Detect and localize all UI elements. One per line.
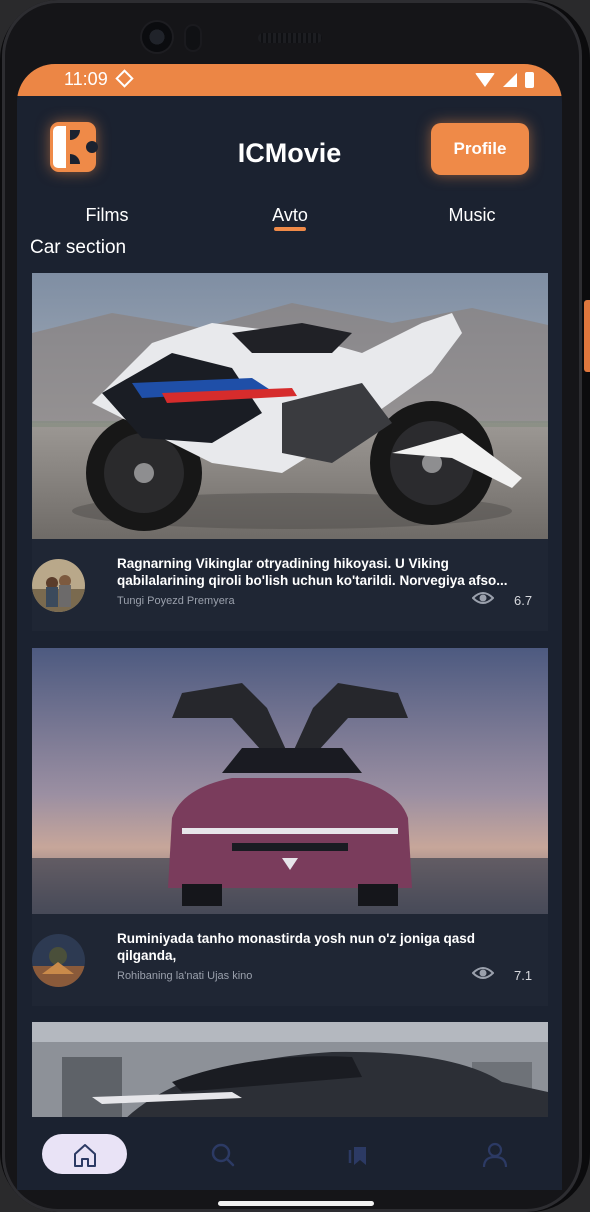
front-camera (142, 22, 172, 52)
avatar[interactable] (32, 559, 85, 612)
bottom-navigation (17, 1117, 562, 1190)
rating-value: 7.1 (514, 968, 533, 983)
home-icon[interactable] (71, 1141, 99, 1169)
wifi-icon (475, 73, 495, 87)
power-button (584, 300, 590, 372)
phone-frame: 11:09 ICMovie Profile Films Avto Music C… (0, 0, 590, 1212)
card-subtitle: Tungi Poyezd Premyera (117, 595, 235, 607)
description-line: Ragnarning Vikinglar otryadining hikoyas… (117, 556, 449, 571)
profile-button[interactable]: Profile (431, 123, 529, 175)
motorcycle-photo[interactable] (32, 273, 548, 539)
home-indicator[interactable] (218, 1201, 374, 1206)
section-title: Car section (30, 237, 127, 258)
status-time: 11:09 (64, 69, 108, 89)
tab-films[interactable]: Films (52, 205, 162, 226)
avatar[interactable] (32, 934, 85, 987)
description-line: Ruminiyada tanho monastirda yosh nun o'z… (117, 931, 475, 946)
active-tab-indicator (274, 227, 306, 231)
content-card[interactable]: Ragnarning Vikinglar otryadining hikoyas… (32, 273, 548, 631)
card-description: Ruminiyada tanho monastirda yosh nun o'z… (117, 930, 537, 964)
data-saver-icon (115, 69, 134, 88)
earpiece-speaker (258, 33, 322, 43)
description-line: qilganda, (117, 948, 177, 963)
app-screen: 11:09 ICMovie Profile Films Avto Music C… (17, 64, 562, 1190)
content-card[interactable] (32, 1022, 548, 1122)
search-icon[interactable] (209, 1141, 237, 1169)
eye-icon (472, 967, 494, 979)
car-photo-partial[interactable] (32, 1022, 548, 1122)
status-icons (475, 70, 534, 90)
app-logo-icon[interactable] (50, 122, 98, 172)
app-title: ICMovie (237, 138, 342, 168)
card-subtitle: Rohibaning la'nati Ujas kino (117, 970, 253, 982)
profile-icon[interactable] (481, 1141, 509, 1169)
tab-music[interactable]: Music (417, 205, 527, 226)
status-bar: 11:09 (17, 64, 562, 96)
card-description: Ragnarning Vikinglar otryadining hikoyas… (117, 555, 537, 589)
battery-icon (525, 72, 534, 88)
tab-avto[interactable]: Avto (235, 205, 345, 226)
signal-icon (503, 73, 517, 87)
sports-car-photo[interactable] (32, 648, 548, 914)
content-card[interactable]: Ruminiyada tanho monastirda yosh nun o'z… (32, 648, 548, 1006)
rating-value: 6.7 (514, 593, 533, 608)
proximity-sensor (186, 26, 200, 50)
eye-icon (472, 592, 494, 604)
description-line: qabilalarining qiroli bo'lish uchun ko't… (117, 573, 508, 588)
bookmarks-icon[interactable] (345, 1141, 373, 1169)
